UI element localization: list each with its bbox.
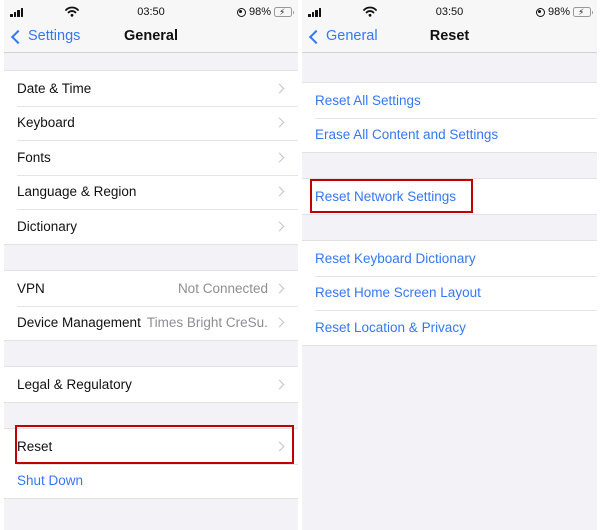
row-fonts[interactable]: Fonts [4,140,298,175]
row-label: Date & Time [17,80,92,96]
chevron-left-icon [308,29,324,44]
row-reset-keyboard-dictionary[interactable]: Reset Keyboard Dictionary [302,241,597,276]
row-keyboard[interactable]: Keyboard [4,105,298,141]
row-device-management[interactable]: Device Management Times Bright CreSu... [4,305,298,341]
row-date-time[interactable]: Date & Time [4,71,298,106]
chevron-left-icon [10,29,26,44]
back-label: General [326,28,378,44]
chevron-right-icon [274,117,285,128]
back-label: Settings [28,28,81,44]
row-label: Reset Location & Privacy [315,319,466,335]
row-language-region[interactable]: Language & Region [4,174,298,210]
row-label: Keyboard [17,115,75,131]
settings-group-legal: Legal & Regulatory [4,366,298,403]
orientation-lock-icon [236,7,246,17]
orientation-lock-icon [535,7,545,17]
back-button-settings[interactable]: Settings [10,28,80,44]
chevron-right-icon [274,317,285,328]
row-reset-home-screen-layout[interactable]: Reset Home Screen Layout [302,275,597,311]
battery-percent: 98% [248,6,271,18]
row-label: Reset Keyboard Dictionary [315,250,476,266]
settings-group-network: VPN Not Connected Device Management Times … [4,270,298,341]
battery-charging-icon: ⚡ [274,7,294,17]
row-label: VPN [17,280,45,296]
settings-group-reset: Reset Shut Down [4,428,298,499]
row-legal-regulatory[interactable]: Legal & Regulatory [4,367,298,402]
row-reset-location-privacy[interactable]: Reset Location & Privacy [302,310,597,345]
reset-group-other: Reset Keyboard Dictionary Reset Home Scr… [302,240,597,346]
row-label: Erase All Content and Settings [315,127,499,143]
chevron-right-icon [274,379,285,390]
status-bar: 03:50 98% ⚡ [302,0,597,25]
reset-screen: 03:50 98% ⚡ General Reset Reset All Sett… [302,0,597,530]
chevron-right-icon [274,441,285,452]
back-button-general[interactable]: General [308,28,378,44]
row-reset-all-settings[interactable]: Reset All Settings [302,83,597,118]
row-reset-network-settings[interactable]: Reset Network Settings [302,179,597,214]
battery-charging-icon: ⚡ [573,7,593,17]
row-label: Language & Region [17,184,137,200]
reset-group-all: Reset All Settings Erase All Content and… [302,82,597,153]
row-label: Reset Home Screen Layout [315,285,481,301]
row-label: Fonts [17,149,51,165]
navigation-bar: Settings General [4,25,298,53]
row-shut-down[interactable]: Shut Down [4,463,298,499]
row-label: Device Management [17,315,141,331]
device-management-profile: Times Bright CreSu... [146,315,268,331]
settings-group-system: Date & Time Keyboard Fonts Language & Re… [4,70,298,245]
chevron-right-icon [274,83,285,94]
chevron-right-icon [274,186,285,197]
reset-group-network: Reset Network Settings [302,178,597,215]
row-label: Shut Down [17,473,84,489]
chevron-right-icon [274,221,285,232]
general-settings-screen: 03:50 98% ⚡ Settings General Date & Time… [4,0,298,530]
chevron-right-icon [274,152,285,163]
row-dictionary[interactable]: Dictionary [4,209,298,244]
row-erase-all-content[interactable]: Erase All Content and Settings [302,117,597,153]
row-label: Reset All Settings [315,92,421,108]
row-label: Legal & Regulatory [17,376,132,392]
row-label: Reset Network Settings [315,188,457,204]
row-vpn[interactable]: VPN Not Connected [4,271,298,306]
battery-percent: 98% [547,6,570,18]
row-label: Dictionary [17,218,78,234]
row-reset[interactable]: Reset [4,429,298,464]
chevron-right-icon [274,283,285,294]
navigation-bar: General Reset [302,25,597,53]
status-bar: 03:50 98% ⚡ [4,0,298,25]
row-label: Reset [17,438,53,454]
vpn-status: Not Connected [177,280,268,296]
